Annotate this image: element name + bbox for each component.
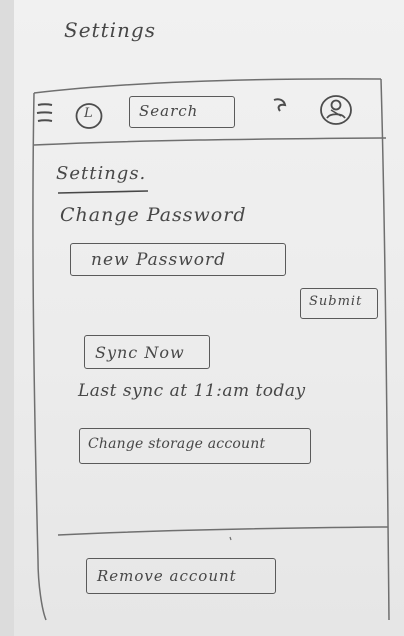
sync-now-label: Sync Now (95, 343, 185, 362)
submit-label: Submit (309, 294, 363, 309)
new-password-placeholder: new Password (91, 250, 227, 270)
user-avatar-icon[interactable] (319, 93, 353, 127)
change-storage-account-button[interactable]: Change storage account (79, 428, 311, 464)
submit-button[interactable]: Submit (300, 288, 378, 319)
hamburger-menu-icon[interactable] (36, 101, 54, 125)
sync-now-button[interactable]: Sync Now (84, 335, 210, 369)
remove-account-button[interactable]: Remove account (86, 558, 276, 594)
remove-account-label: Remove account (97, 567, 237, 585)
settings-heading: Settings. (56, 163, 147, 184)
new-password-input[interactable]: new Password (70, 243, 286, 276)
page-title: Settings (64, 18, 156, 42)
change-password-label: Change Password (60, 204, 247, 226)
last-sync-status: Last sync at 11:am today (78, 381, 306, 401)
search-label: Search (139, 102, 199, 120)
refresh-arrow-icon[interactable] (269, 95, 295, 115)
search-button[interactable]: Search (129, 96, 235, 128)
logo-letter: L (84, 106, 94, 121)
change-storage-account-label: Change storage account (88, 436, 266, 452)
